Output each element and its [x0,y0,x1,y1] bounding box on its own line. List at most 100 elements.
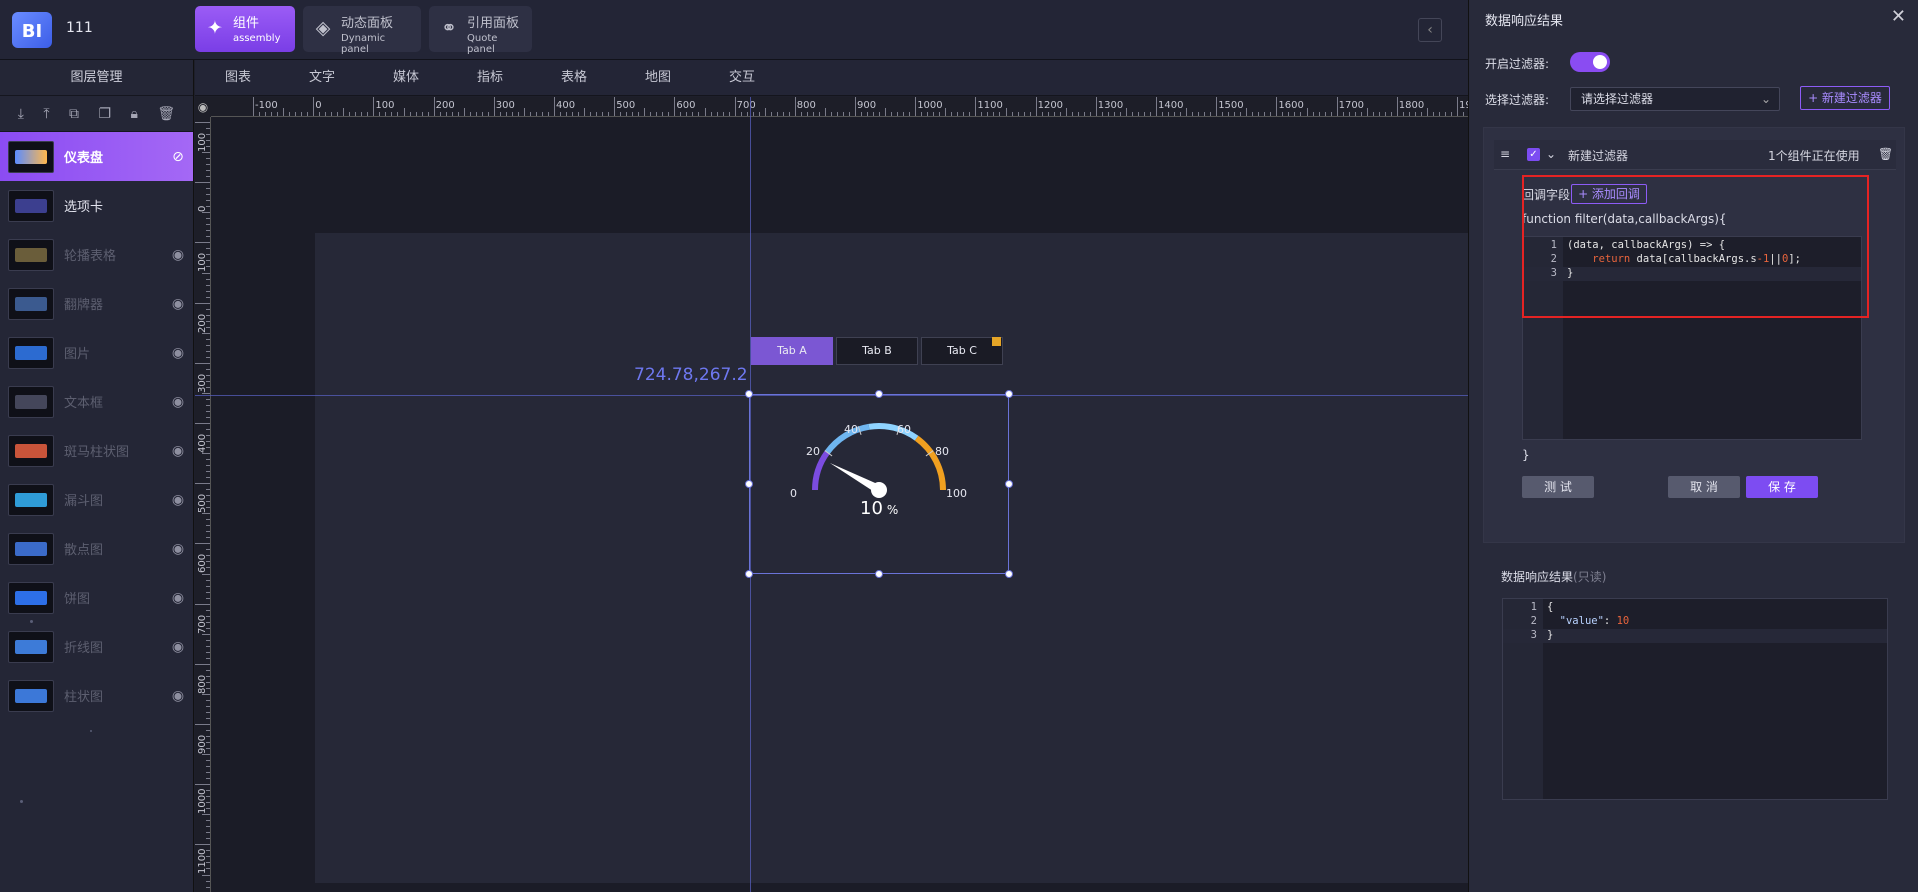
tab-quote-panel[interactable]: ⚭ 引用面板 Quote panel [429,6,532,55]
tab-assembly-label: 组件 [233,16,260,31]
download-icon[interactable]: ⤓ [18,106,24,122]
category-tab[interactable]: 地图 [645,60,729,95]
layer-item[interactable]: 散点图 ◉ [0,524,193,573]
category-tab[interactable]: 指标 [477,60,561,95]
layer-item[interactable]: 仪表盘 ⊘ [0,132,193,181]
eye-icon[interactable]: ◉ [163,492,193,508]
save-button[interactable]: 保 存 [1746,476,1818,498]
tab-dynamic-panel[interactable]: ◈ 动态面板 Dynamic panel [303,6,421,55]
eye-off-icon[interactable]: ⊘ [163,149,193,165]
response-viewer[interactable]: 1 { 2 "value": 10 3 } [1502,598,1888,800]
test-button[interactable]: 测 试 [1522,476,1594,498]
layer-name: 选项卡 [64,200,104,215]
layer-thumbnail [8,385,54,418]
ruler-label: 700 [736,100,756,111]
delete-filter-icon[interactable]: 🗑︎ [1878,147,1893,161]
enable-filter-toggle[interactable] [1570,52,1610,72]
eye-icon[interactable]: ◉ [163,639,193,655]
new-filter-button[interactable]: + 新建过滤器 [1800,86,1890,110]
layer-item[interactable]: 斑马柱状图 ◉ [0,426,193,475]
ruler-label: 190 [1459,100,1468,111]
eye-icon[interactable]: ◉ [163,247,193,263]
resize-handle-br[interactable] [1005,570,1013,578]
layer-name: 柱状图 [64,690,104,705]
layer-name: 翻牌器 [64,298,104,313]
canvas-area[interactable]: -100 0 100 200 300 400 500 600 700 800 900 1000 1100… [195,97,1468,892]
response-line: 2 "value": 10 [1503,615,1887,629]
resize-handle-r[interactable] [1005,480,1013,488]
ruler-label: 200 [197,313,208,333]
canvas-tab-b[interactable]: Tab B [836,337,918,365]
resize-handle-tl[interactable] [745,390,753,398]
ruler-eye-icon[interactable]: ◉ [195,97,211,117]
filter-checkbox[interactable]: ✓ [1527,148,1540,161]
resize-handle-l[interactable] [745,480,753,488]
filter-card-header[interactable]: ≡ ✓ ⌄ 新建过滤器 1个组件正在使用 🗑︎ [1494,140,1896,170]
paste-icon[interactable]: ❐ [98,106,111,122]
category-tab[interactable]: 交互 [729,60,813,95]
ruler-label: 900 [857,100,877,111]
ruler-label: 100 [197,132,208,152]
layer-item[interactable]: 文本框 ◉ [0,377,193,426]
layer-name: 斑马柱状图 [64,445,130,460]
resize-handle-bl[interactable] [745,570,753,578]
selection-box[interactable] [749,394,1009,574]
filter-usage-count: 1个组件正在使用 [1768,149,1860,163]
app-logo[interactable]: BI [12,12,52,48]
tab-quote-sub: Quote panel [467,33,498,55]
eye-icon[interactable]: ◉ [163,394,193,410]
chevron-down-icon[interactable]: ⌄ [1546,147,1556,161]
tab-component[interactable]: Tab A Tab B Tab C [751,337,1003,365]
resize-handle-tr[interactable] [1005,390,1013,398]
ruler-label: 1200 [1037,100,1064,111]
cancel-button[interactable]: 取 消 [1668,476,1740,498]
layer-item[interactable]: 柱状图 ◉ [0,671,193,720]
eye-icon[interactable]: ◉ [163,443,193,459]
copy-icon[interactable]: ⧉ [69,106,79,122]
category-tab[interactable]: 文字 [309,60,393,95]
canvas-tab-a[interactable]: Tab A [751,337,833,365]
layer-item[interactable]: 轮播表格 ◉ [0,230,193,279]
ruler-label: 400 [197,433,208,453]
layer-name: 文本框 [64,396,104,411]
highlight-box [1522,175,1869,318]
layer-item[interactable]: 折线图 ◉ [0,622,193,671]
layer-name: 饼图 [64,592,91,607]
ruler-label: 600 [676,100,696,111]
close-icon[interactable]: ✕ [1891,6,1906,27]
resize-handle-b[interactable] [875,570,883,578]
canvas-tab-c[interactable]: Tab C [921,337,1003,365]
eye-icon[interactable]: ◉ [163,296,193,312]
collapse-panel-button[interactable]: ‹ [1418,18,1442,42]
top-bar: BI 111 ✦ 组件 assembly ◈ 动态面板 Dynamic pane… [0,0,1468,60]
lock-icon[interactable]: 🔒︎ [131,106,138,122]
category-tab[interactable]: 媒体 [393,60,477,95]
ruler-label: 700 [197,614,208,634]
category-tab[interactable]: 表格 [561,60,645,95]
eye-icon[interactable]: ◉ [163,590,193,606]
category-tab[interactable]: 图表 [225,60,309,95]
upload-icon[interactable]: ⤒ [43,106,49,122]
layer-thumbnail [8,532,54,565]
layer-item[interactable]: 选项卡 [0,181,193,230]
drag-handle-icon[interactable]: ≡ [1500,147,1510,161]
eye-icon[interactable]: ◉ [163,345,193,361]
layer-thumbnail [8,630,54,663]
layer-thumbnail [8,287,54,320]
layer-item[interactable]: 图片 ◉ [0,328,193,377]
response-line: 1 { [1503,601,1887,615]
tab-dynamic-label: 动态面板 [341,16,394,31]
layer-item[interactable]: 漏斗图 ◉ [0,475,193,524]
filter-select[interactable]: 请选择过滤器 ⌄ [1570,87,1780,111]
layer-item[interactable]: 饼图 ◉ [0,573,193,622]
tab-assembly[interactable]: ✦ 组件 assembly [195,6,295,52]
layer-name: 轮播表格 [64,249,117,264]
eye-icon[interactable]: ◉ [163,688,193,704]
eye-icon[interactable]: ◉ [163,541,193,557]
layer-item[interactable]: 翻牌器 ◉ [0,279,193,328]
resize-handle-t[interactable] [875,390,883,398]
ruler-label: 0 [315,100,322,111]
trash-icon[interactable]: 🗑︎ [157,106,175,122]
response-line: 3 } [1503,629,1887,643]
chevron-down-icon: ⌄ [1760,92,1771,106]
